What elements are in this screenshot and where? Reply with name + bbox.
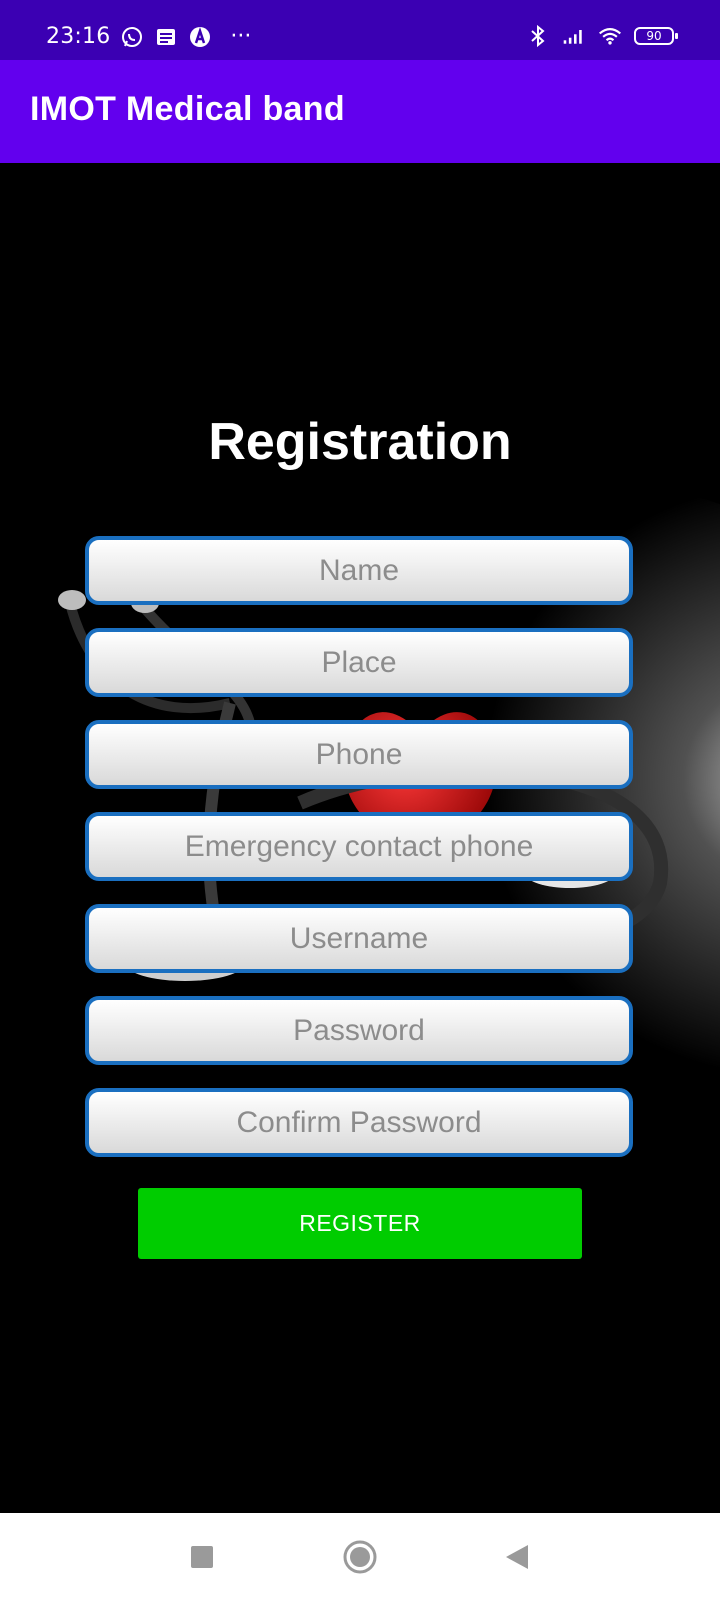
- bluetooth-icon: [531, 24, 545, 48]
- app-title: IMOT Medical band: [30, 90, 345, 128]
- battery-level: 90: [646, 29, 662, 43]
- recents-button[interactable]: [180, 1535, 224, 1579]
- username-field[interactable]: [85, 904, 633, 973]
- status-right: 90: [526, 24, 678, 48]
- name-field[interactable]: [85, 536, 633, 605]
- navigation-bar: [0, 1513, 720, 1600]
- emergency-contact-phone-field[interactable]: [85, 812, 633, 881]
- battery-icon: 90: [634, 27, 678, 45]
- registration-heading: Registration: [208, 413, 512, 471]
- password-field[interactable]: [85, 996, 633, 1065]
- message-icon: [157, 29, 176, 45]
- status-left: 23:16 ···: [46, 24, 251, 50]
- wifi-icon: [599, 28, 621, 45]
- status-time: 23:16: [46, 24, 111, 49]
- more-indicator: ···: [230, 24, 252, 49]
- whatsapp-icon: [122, 27, 143, 47]
- status-bar: 23:16 ··· 90: [0, 0, 720, 60]
- registration-screen: 23:16 ··· 90 IMOT Medical band Registrat…: [0, 0, 720, 1600]
- square-icon: [191, 1546, 213, 1568]
- app-icon: [190, 27, 211, 47]
- place-field[interactable]: [85, 628, 633, 697]
- confirm-password-field[interactable]: [85, 1088, 633, 1157]
- back-button[interactable]: [495, 1535, 539, 1579]
- register-button[interactable]: REGISTER: [138, 1188, 582, 1259]
- back-triangle-icon: [506, 1545, 528, 1569]
- phone-field[interactable]: [85, 720, 633, 789]
- circle-home-icon: [343, 1540, 377, 1574]
- home-button[interactable]: [338, 1535, 382, 1579]
- app-bar: IMOT Medical band: [0, 60, 720, 163]
- signal-icon: [563, 30, 582, 44]
